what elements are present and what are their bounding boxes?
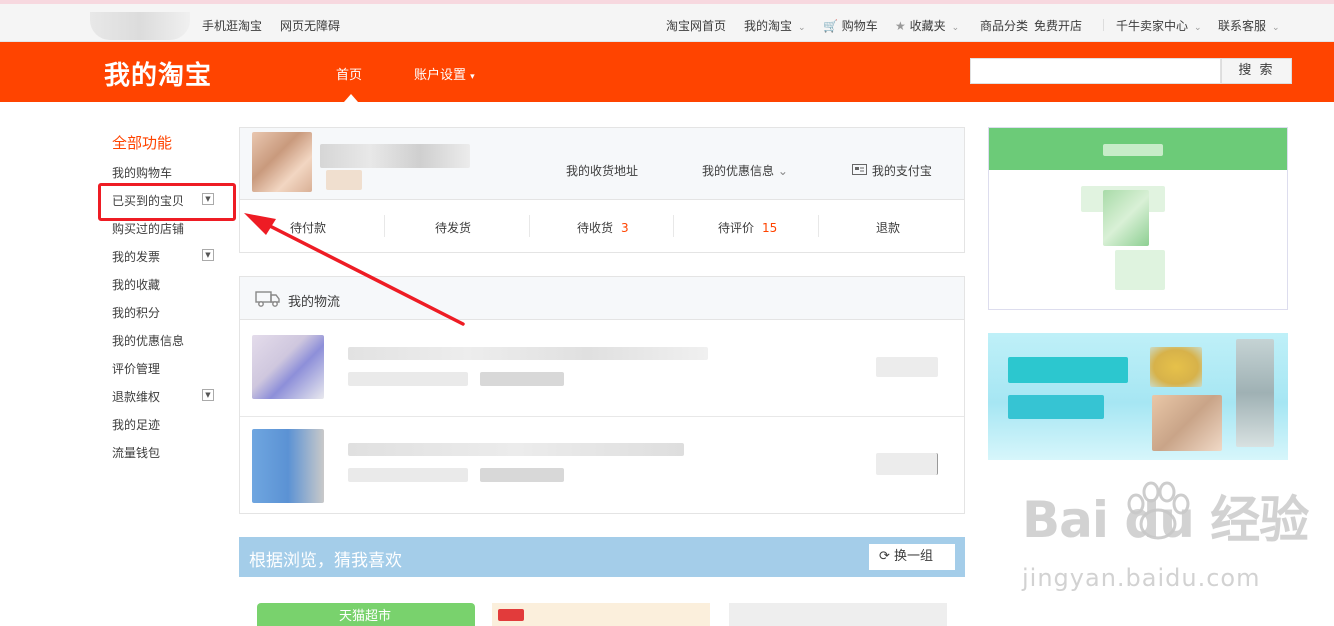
baidu-jingyan-watermark: Bai du 经验 jingyan.baidu.com: [1022, 480, 1309, 592]
paw-logo-icon: [1127, 481, 1190, 540]
watermark-url: jingyan.baidu.com: [1022, 564, 1261, 592]
